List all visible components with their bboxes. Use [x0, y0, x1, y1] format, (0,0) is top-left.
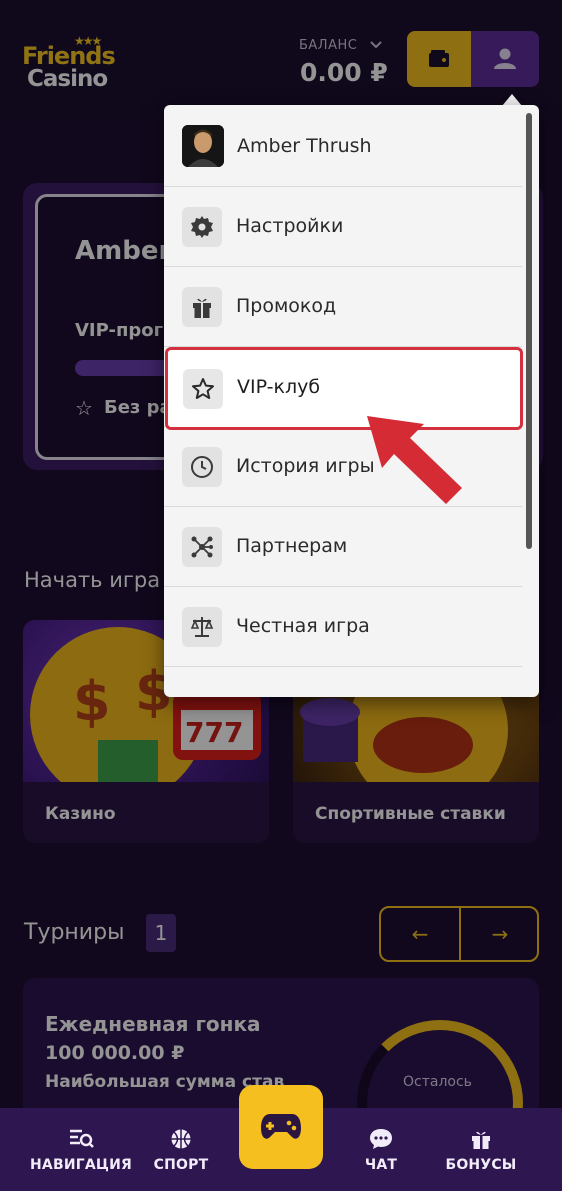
menu-item-label: VIP-клуб: [237, 376, 321, 398]
nav-item-chat[interactable]: ЧАТ: [356, 1108, 406, 1191]
games-center-button[interactable]: [239, 1085, 323, 1169]
nav-label-navigation: НАВИГАЦИЯ: [30, 1156, 132, 1173]
scales-icon: [182, 607, 222, 647]
nav-label-bonuses: БОНУСЫ: [445, 1156, 517, 1173]
clock-icon: [182, 447, 222, 487]
menu-item-partners[interactable]: Партнерам: [164, 507, 522, 587]
avatar: [182, 125, 224, 167]
nav-label-sport: СПОРТ: [153, 1156, 209, 1173]
menu-item-label: Промокод: [236, 295, 337, 317]
network-icon: [182, 527, 222, 567]
nav-item-navigation[interactable]: НАВИГАЦИЯ: [30, 1108, 132, 1191]
navigation-icon: [67, 1127, 95, 1151]
menu-item-settings[interactable]: Настройки: [164, 187, 522, 267]
pointer-arrow-icon: [367, 416, 462, 504]
gamepad-icon: [261, 1114, 301, 1139]
menu-item-label: Честная игра: [236, 615, 370, 637]
menu-item-fair-play[interactable]: Честная игра: [164, 587, 522, 667]
nav-item-bonuses[interactable]: БОНУСЫ: [442, 1108, 520, 1191]
dropdown-user-name: Amber Thrush: [237, 135, 372, 157]
menu-item-more[interactable]: [164, 667, 522, 697]
gift-icon: [467, 1127, 495, 1151]
nav-item-sport[interactable]: СПОРТ: [148, 1108, 214, 1191]
menu-item-label: Настройки: [236, 215, 344, 237]
ball-icon: [167, 1127, 195, 1151]
menu-item-label: История игры: [236, 455, 375, 477]
nav-label-chat: ЧАТ: [364, 1156, 398, 1173]
star-icon: [183, 369, 223, 409]
chat-icon: [367, 1127, 395, 1151]
gift-icon: [182, 287, 222, 327]
menu-item-label: Партнерам: [236, 535, 348, 557]
dropdown-user-profile[interactable]: Amber Thrush: [164, 105, 522, 187]
dropdown-scrollbar[interactable]: [526, 113, 532, 549]
menu-item-promocode[interactable]: Промокод: [164, 267, 522, 347]
gear-icon: [182, 207, 222, 247]
